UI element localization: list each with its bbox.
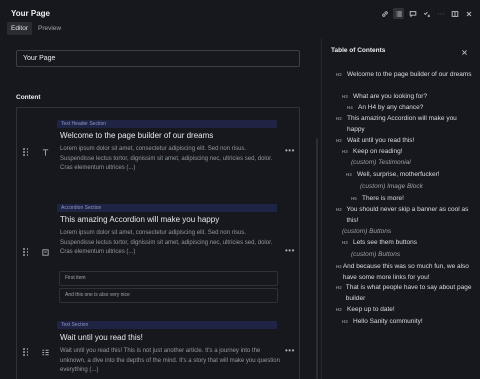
block-title: Welcome to the page builder of our dream…	[60, 131, 214, 140]
toc-entry[interactable]: H2 You should never skip a banner as cool…	[336, 205, 476, 226]
block-title: This amazing Accordion will make you hap…	[60, 215, 220, 224]
editor-pane: Your Page Content Text Header Section We…	[0, 38, 321, 379]
more-icon[interactable]	[435, 8, 446, 19]
toc-entry[interactable]: H2 Wait until you read this!	[336, 136, 476, 147]
toc-entry[interactable]: H5 There is more!	[351, 194, 476, 205]
block-excerpt: Wait until you read this! This is not ju…	[60, 348, 280, 373]
block-menu-icon[interactable]: •••	[285, 146, 295, 155]
block-type-badge: Accordion Section	[57, 204, 277, 212]
comment-icon[interactable]	[407, 8, 418, 19]
drag-handle-icon[interactable]	[23, 148, 29, 156]
toc-entry[interactable]: (custom) Testimonial	[351, 158, 476, 169]
toc-entry[interactable]: (custom) Buttons	[351, 250, 476, 261]
accordion-item[interactable]: And this one is also very nice	[59, 288, 278, 303]
view-tabs: Editor Preview	[7, 22, 65, 35]
document-toolbar	[379, 8, 474, 19]
content-label: Content	[16, 94, 41, 101]
document-title: Your Page	[11, 9, 50, 18]
drag-handle-icon[interactable]	[23, 248, 29, 256]
table-of-contents-pane: Table of Contents H2 Welcome to the page …	[322, 38, 480, 379]
link-icon[interactable]	[379, 8, 390, 19]
toc-entry[interactable]: H2 And because this was so much fun, we a…	[336, 262, 476, 283]
toc-entry[interactable]: H3 Lets see them buttons	[342, 238, 476, 249]
toc-entry[interactable]: H3 Hello Sanity community!	[342, 317, 476, 328]
toc-entry[interactable]: H3 Keep on reading!	[342, 147, 476, 158]
toc-entry[interactable]: H3 Well, surprise, motherfucker!	[346, 170, 476, 181]
block-excerpt: Lorem ipsum dolor sit amet, consectetur …	[60, 230, 273, 255]
drag-handle-icon[interactable]	[23, 348, 29, 356]
block-type-badge: Text Section	[57, 321, 277, 329]
toc-entry[interactable]: (custom) Buttons	[342, 227, 476, 238]
title-field[interactable]: Your Page	[16, 50, 300, 67]
toc-entry[interactable]: H2 That is what people have to say about …	[336, 283, 476, 304]
split-pane-icon[interactable]	[449, 8, 460, 19]
toc-entry[interactable]: H4 An H4 by any chance?	[347, 103, 476, 114]
toc-entry[interactable]: (custom) Image Block	[360, 182, 476, 193]
toc-entry[interactable]: H3 What are you looking for?	[342, 92, 476, 103]
close-icon[interactable]	[463, 8, 474, 19]
block-title: Wait until you read this!	[60, 333, 143, 342]
scrollbar[interactable]	[316, 138, 318, 379]
tasks-icon[interactable]	[421, 8, 432, 19]
block-menu-icon[interactable]: •••	[285, 246, 295, 255]
accordion-item[interactable]: First item	[59, 271, 278, 286]
block-menu-icon[interactable]: •••	[285, 346, 295, 355]
list-icon[interactable]	[393, 8, 404, 19]
toc-title: Table of Contents	[331, 47, 386, 54]
document-header: Your Page Editor Preview	[0, 0, 480, 38]
toc-entry[interactable]: H2 Keep up to date!	[336, 305, 476, 316]
toc-entry[interactable]: H2 This amazing Accordion will make you h…	[336, 114, 476, 135]
accordion-icon	[39, 246, 52, 259]
toc-entry[interactable]: H2 Welcome to the page builder of our dre…	[336, 70, 476, 81]
block-type-badge: Text Header Section	[57, 120, 277, 128]
text-icon	[39, 146, 52, 159]
paragraph-icon	[39, 346, 52, 359]
block-excerpt: Lorem ipsum dolor sit amet, consectetur …	[60, 146, 273, 171]
close-icon[interactable]	[461, 49, 470, 58]
tab-editor[interactable]: Editor	[7, 22, 32, 35]
tab-preview[interactable]: Preview	[34, 22, 65, 35]
